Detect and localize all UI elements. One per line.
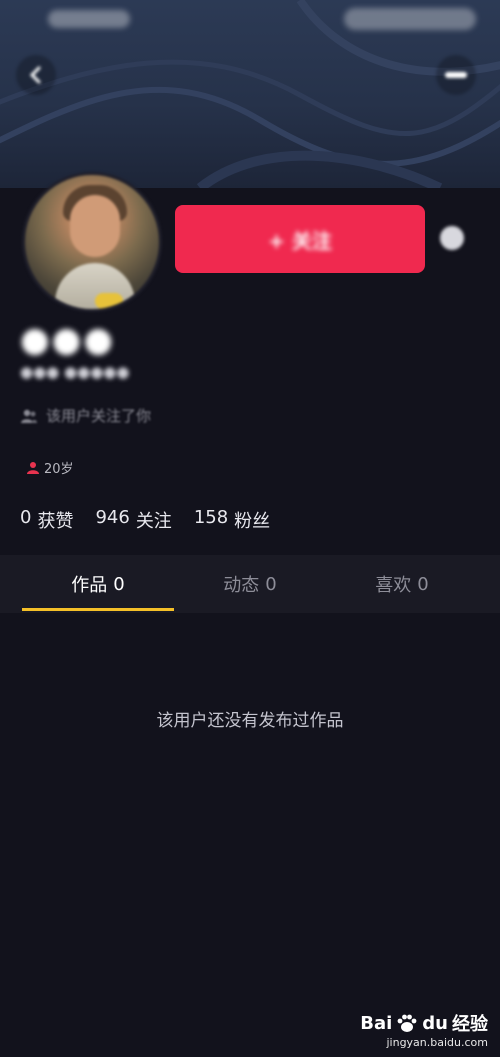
status-bar-left-blurred [48, 10, 130, 28]
stat-value: 158 [193, 507, 229, 528]
tab-label: 喜欢 [375, 575, 412, 596]
stat-label: 获赞 [37, 511, 74, 532]
profile-stats: 0 获赞 946 关注 158 粉丝 [20, 507, 270, 533]
paw-icon [397, 1014, 417, 1032]
follow-hint-text: 该用户关注了你 [46, 407, 152, 425]
tab-count: 0 [417, 573, 429, 595]
stat-likes[interactable]: 0 获赞 [20, 507, 73, 533]
watermark-brand: Bai du 经验 [360, 1010, 488, 1036]
tab-label: 作品 [71, 575, 108, 596]
content-tabs: 作品 0 动态 0 喜欢 0 [0, 555, 500, 613]
status-bar-right-blurred [344, 8, 476, 30]
watermark-url: jingyan.baidu.com [386, 1036, 488, 1049]
tab-label: 动态 [223, 575, 260, 596]
stat-label: 粉丝 [234, 511, 271, 532]
tab-count: 0 [265, 573, 277, 595]
person-icon [27, 461, 39, 474]
empty-state-message: 该用户还没有发布过作品 [156, 711, 344, 731]
user-id-blurred: ●●● ●●●●● [20, 363, 130, 381]
profile-header-banner [0, 0, 500, 188]
dropdown-icon[interactable] [440, 226, 464, 250]
baidu-jingyan-watermark: Bai du 经验 jingyan.baidu.com [360, 1010, 488, 1050]
age-label: 20岁 [44, 462, 74, 477]
stat-label: 关注 [135, 511, 172, 532]
tab-count: 0 [113, 573, 125, 595]
tab-likes[interactable]: 喜欢 0 [326, 555, 478, 613]
tab-moments[interactable]: 动态 0 [174, 555, 326, 613]
stat-value: 0 [20, 507, 32, 528]
age-tag: 20岁 [26, 458, 74, 477]
watermark-brand-du: du [422, 1012, 448, 1034]
watermark-brand-bai: Bai [360, 1012, 393, 1034]
more-icon [445, 72, 467, 78]
stat-following[interactable]: 946 关注 [95, 507, 171, 533]
follow-button[interactable]: + 关注 [175, 205, 425, 273]
follow-hint: 该用户关注了你 [20, 405, 151, 426]
stat-value: 946 [95, 507, 130, 528]
active-tab-indicator [22, 608, 174, 611]
watermark-brand-suffix: 经验 [452, 1014, 488, 1035]
follow-button-label: + 关注 [268, 228, 332, 253]
back-button[interactable] [16, 55, 56, 95]
stat-followers[interactable]: 158 粉丝 [194, 507, 270, 533]
more-button[interactable] [436, 55, 476, 95]
avatar[interactable] [22, 172, 162, 312]
back-arrow-icon [29, 66, 41, 84]
status-bar [0, 0, 500, 40]
nickname-blurred: ●●● [20, 320, 116, 360]
tab-works[interactable]: 作品 0 [22, 555, 174, 613]
users-icon [21, 409, 37, 423]
